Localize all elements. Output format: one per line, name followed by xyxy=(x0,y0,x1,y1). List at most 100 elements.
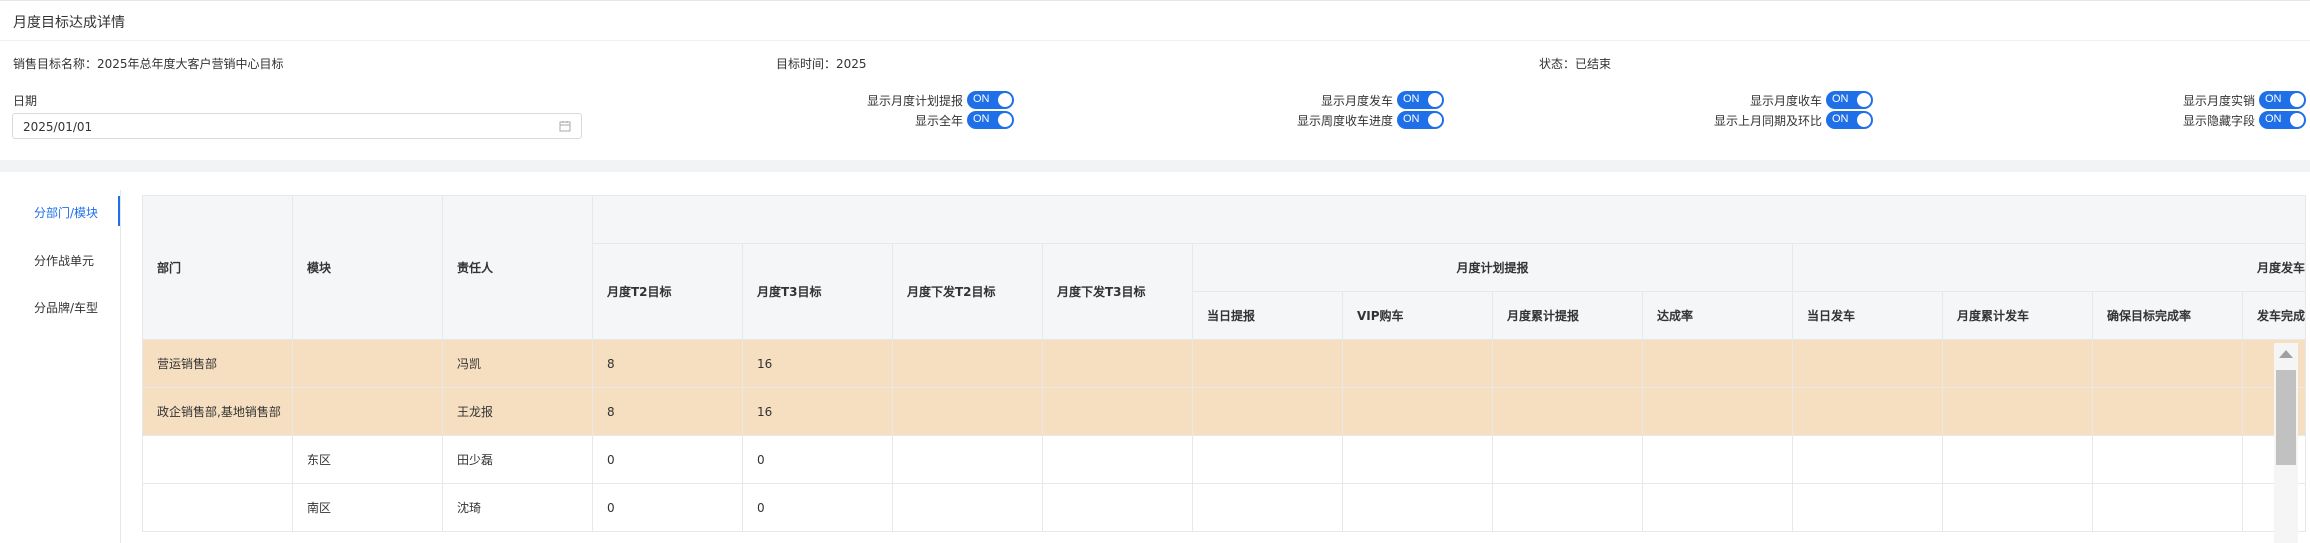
cell xyxy=(1792,435,1943,484)
sidebar-item-combat-unit[interactable]: 分作战单元 xyxy=(34,252,94,269)
toggle-state: ON xyxy=(973,113,990,125)
toggle-hidden-fields[interactable]: 显示隐藏字段 ON xyxy=(2183,110,2306,130)
col-header-plan-cum: 月度累计提报 xyxy=(1492,291,1643,340)
table-row[interactable]: 南区 沈琦 0 0 xyxy=(142,483,2307,532)
cell xyxy=(1342,339,1493,388)
toggle-switch[interactable]: ON xyxy=(2259,111,2306,129)
col-header-ship-today: 当日发车 xyxy=(1792,291,1943,340)
cell-dept xyxy=(142,435,293,484)
cell-t3: 16 xyxy=(742,387,893,436)
toggle-monthly-receive[interactable]: 显示月度收车 ON xyxy=(1750,90,1873,110)
col-header-t2-target: 月度T2目标 xyxy=(592,243,743,340)
cell-module xyxy=(292,387,443,436)
target-time-text: 目标时间：2025 xyxy=(776,57,867,71)
cell-t3: 16 xyxy=(742,339,893,388)
cell xyxy=(1042,483,1193,532)
cell xyxy=(1192,483,1343,532)
toggle-state: ON xyxy=(2265,93,2282,105)
toggle-knob xyxy=(1428,113,1442,127)
table-row[interactable]: 政企销售部,基地销售部 王龙报 8 16 xyxy=(142,387,2307,436)
cell xyxy=(1042,435,1193,484)
toggle-label: 显示全年 xyxy=(914,113,963,128)
col-header-t3-target: 月度T3目标 xyxy=(742,243,893,340)
cell xyxy=(1192,387,1343,436)
cell xyxy=(1492,387,1643,436)
cell xyxy=(1342,483,1493,532)
cell xyxy=(1792,387,1943,436)
toggle-monthly-sales[interactable]: 显示月度实销 ON xyxy=(2183,90,2306,110)
toggle-state: ON xyxy=(1832,113,1849,125)
cell xyxy=(1642,339,1793,388)
toggle-switch[interactable]: ON xyxy=(1397,91,1444,109)
toggle-weekly-progress[interactable]: 显示周度收车进度 ON xyxy=(1297,110,1444,130)
toggle-label: 显示月度实销 xyxy=(2182,93,2255,108)
cell xyxy=(1492,483,1643,532)
cell xyxy=(1192,339,1343,388)
cell xyxy=(892,483,1043,532)
toggle-state: ON xyxy=(1403,113,1420,125)
scroll-up-arrow-icon[interactable] xyxy=(2279,350,2293,358)
scrollbar-thumb[interactable] xyxy=(2276,370,2296,465)
top-border xyxy=(0,0,2310,1)
col-header-issued-t2: 月度下发T2目标 xyxy=(892,243,1043,340)
cell-t2: 0 xyxy=(592,435,743,484)
sidebar-item-brand-model[interactable]: 分品牌/车型 xyxy=(34,299,98,316)
cell xyxy=(1792,483,1943,532)
col-header-ship-guarantee: 确保目标完成率 xyxy=(2092,291,2243,340)
target-name-text: 销售目标名称：2025年总年度大客户营销中心目标 xyxy=(13,57,284,71)
col-header-ship-rate: 发车完成 xyxy=(2241,291,2307,340)
col-header-owner: 责任人 xyxy=(442,195,593,340)
title-divider xyxy=(0,40,2310,41)
calendar-icon xyxy=(559,121,571,132)
cell xyxy=(1642,435,1793,484)
toggle-switch[interactable]: ON xyxy=(967,91,1014,109)
toggle-knob xyxy=(1428,93,1442,107)
toggle-state: ON xyxy=(1832,93,1849,105)
table-row[interactable]: 营运销售部 冯凯 8 16 xyxy=(142,339,2307,388)
col-header-plan-rate: 达成率 xyxy=(1642,291,1793,340)
cell-module: 南区 xyxy=(292,483,443,532)
cell-t3: 0 xyxy=(742,483,893,532)
cell xyxy=(1942,339,2093,388)
target-table: 部门 模块 责任人 月度T2目标 月度T3目标 月度下发T2目标 月度下发T3目… xyxy=(142,195,2307,532)
toggle-switch[interactable]: ON xyxy=(967,111,1014,129)
cell xyxy=(1342,387,1493,436)
cell xyxy=(1342,435,1493,484)
cell xyxy=(1042,387,1193,436)
cell-t2: 8 xyxy=(592,339,743,388)
cell-t2: 8 xyxy=(592,387,743,436)
toggle-knob xyxy=(998,93,1012,107)
sidebar-item-department[interactable]: 分部门/模块 xyxy=(34,204,98,221)
col-header-issued-t3: 月度下发T3目标 xyxy=(1042,243,1193,340)
toggle-full-year[interactable]: 显示全年 ON xyxy=(915,110,1014,130)
date-value: 2025/01/01 xyxy=(23,120,93,134)
toggle-switch[interactable]: ON xyxy=(1826,91,1873,109)
table-row[interactable]: 东区 田少磊 0 0 xyxy=(142,435,2307,484)
toggle-state: ON xyxy=(2265,113,2282,125)
sidebar-active-indicator xyxy=(118,196,120,226)
toggle-monthly-ship[interactable]: 显示月度发车 ON xyxy=(1321,90,1444,110)
cell-module xyxy=(292,339,443,388)
col-header-plan-today: 当日提报 xyxy=(1192,291,1343,340)
cell xyxy=(1942,387,2093,436)
toggle-switch[interactable]: ON xyxy=(1397,111,1444,129)
toggle-switch[interactable]: ON xyxy=(2259,91,2306,109)
section-divider-band xyxy=(0,160,2310,172)
toggle-last-month[interactable]: 显示上月同期及环比 ON xyxy=(1714,110,1873,130)
cell-t2: 0 xyxy=(592,483,743,532)
cell xyxy=(2092,435,2243,484)
page-title: 月度目标达成详情 xyxy=(13,15,125,31)
toggle-label: 显示周度收车进度 xyxy=(1296,113,1393,128)
cell xyxy=(2092,339,2243,388)
cell xyxy=(1642,483,1793,532)
cell xyxy=(1642,387,1793,436)
col-header-module: 模块 xyxy=(292,195,443,340)
toggle-switch[interactable]: ON xyxy=(1826,111,1873,129)
cell xyxy=(1192,435,1343,484)
date-picker[interactable]: 2025/01/01 xyxy=(12,113,582,139)
toggle-knob xyxy=(998,113,1012,127)
cell xyxy=(1492,435,1643,484)
status-text: 状态：已结束 xyxy=(1539,57,1612,71)
toggle-monthly-plan[interactable]: 显示月度计划提报 ON xyxy=(867,90,1014,110)
toggle-knob xyxy=(2290,113,2304,127)
